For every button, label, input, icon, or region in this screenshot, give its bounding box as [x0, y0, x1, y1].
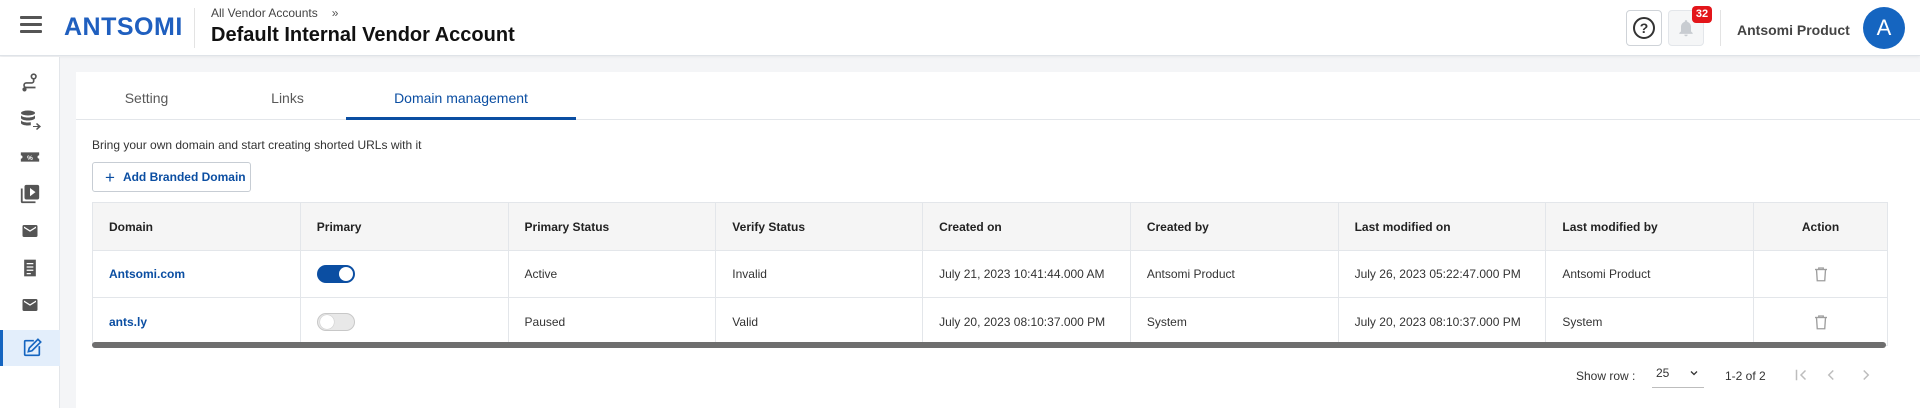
route-icon [22, 73, 37, 92]
domains-table: Domain Primary Primary Status Verify Sta… [92, 202, 1888, 346]
column-header-primary-status[interactable]: Primary Status [509, 203, 717, 251]
pagination-range: 1-2 of 2 [1725, 369, 1766, 383]
last-modified-on-cell: July 26, 2023 05:22:47.000 PM [1339, 251, 1547, 297]
chevron-right-icon [1863, 369, 1870, 381]
rows-per-page-select[interactable]: 25 [1652, 358, 1704, 388]
column-header-created-by[interactable]: Created by [1131, 203, 1339, 251]
domain-link[interactable]: Antsomi.com [109, 267, 185, 281]
primary-status-cell: Active [509, 251, 717, 297]
action-cell [1754, 298, 1887, 345]
edit-note-icon [23, 338, 42, 357]
column-header-created-on[interactable]: Created on [923, 203, 1131, 251]
video-library-icon [20, 184, 40, 204]
action-cell [1754, 251, 1887, 297]
tab-links[interactable]: Links [217, 72, 358, 120]
breadcrumb-separator: » [331, 6, 339, 20]
column-header-domain[interactable]: Domain [93, 203, 301, 251]
sidebar-item-email[interactable] [0, 213, 60, 249]
question-circle-icon: ? [1633, 17, 1655, 39]
tab-domain-management[interactable]: Domain management [346, 72, 576, 120]
show-row-label: Show row : [1576, 369, 1636, 383]
trash-icon[interactable] [1812, 264, 1830, 284]
database-export-icon [21, 110, 41, 130]
primary-toggle[interactable] [316, 265, 355, 283]
tab-setting[interactable]: Setting [76, 72, 217, 120]
toggle-knob [338, 267, 353, 281]
sidebar-item-messages[interactable] [0, 287, 60, 323]
header-divider [1720, 10, 1721, 46]
mail-icon [22, 225, 38, 237]
primary-status-cell: Paused [509, 298, 717, 345]
sidebar: % [0, 57, 60, 408]
last-modified-on-cell: July 20, 2023 08:10:37.000 PM [1339, 298, 1547, 345]
document-list-icon [24, 259, 36, 277]
sidebar-item-media[interactable] [0, 176, 60, 212]
account-name[interactable]: Antsomi Product [1737, 22, 1850, 38]
menu-icon[interactable] [20, 16, 42, 34]
sidebar-item-journeys[interactable] [0, 64, 60, 100]
tab-bar: Setting Links Domain management [76, 72, 1920, 120]
avatar[interactable]: A [1863, 7, 1905, 49]
help-button[interactable]: ? [1626, 10, 1662, 46]
svg-text:%: % [27, 155, 33, 162]
sidebar-item-promotions[interactable]: % [0, 139, 60, 175]
trash-icon[interactable] [1812, 312, 1830, 332]
table-row: Antsomi.com Active Invalid July 21, 2023… [93, 251, 1887, 298]
next-page-button[interactable] [1855, 364, 1877, 386]
column-header-last-modified-by[interactable]: Last modified by [1546, 203, 1755, 251]
created-by-cell: System [1131, 298, 1339, 345]
breadcrumb-link-all-vendor-accounts[interactable]: All Vendor Accounts [211, 6, 318, 20]
verify-status-cell: Invalid [716, 251, 924, 297]
verify-status-cell: Valid [716, 298, 924, 345]
section-description: Bring your own domain and start creating… [92, 138, 422, 152]
sidebar-item-data[interactable] [0, 102, 60, 138]
table-header-row: Domain Primary Primary Status Verify Sta… [93, 203, 1887, 251]
domain-link[interactable]: ants.ly [109, 315, 147, 329]
created-by-cell: Antsomi Product [1131, 251, 1339, 297]
notification-count-badge: 32 [1692, 6, 1712, 23]
created-on-cell: July 21, 2023 10:41:44.000 AM [923, 251, 1131, 297]
primary-cell [301, 251, 509, 297]
table-horizontal-scrollbar[interactable] [92, 342, 1886, 348]
breadcrumb: All Vendor Accounts » [211, 6, 338, 20]
primary-cell [301, 298, 509, 345]
toggle-knob [319, 314, 334, 329]
first-page-button[interactable] [1790, 364, 1812, 386]
created-on-cell: July 20, 2023 08:10:37.000 PM [923, 298, 1131, 345]
column-header-action: Action [1801, 220, 1840, 234]
last-modified-by-cell: System [1546, 298, 1755, 345]
add-branded-domain-button[interactable]: + Add Branded Domain [92, 162, 251, 192]
mail-alt-icon [22, 299, 38, 311]
plus-icon: + [105, 167, 115, 187]
antsomi-logo[interactable]: ANTSOMI [64, 12, 183, 42]
header-divider [194, 8, 195, 48]
add-branded-domain-label: Add Branded Domain [122, 170, 246, 184]
page-title: Default Internal Vendor Account [211, 24, 515, 46]
domain-cell: Antsomi.com [93, 251, 301, 297]
column-header-primary[interactable]: Primary [301, 203, 509, 251]
column-header-last-modified-on[interactable]: Last modified on [1339, 203, 1547, 251]
column-header-verify-status[interactable]: Verify Status [716, 203, 924, 251]
chevron-down-icon [1690, 370, 1698, 375]
sidebar-item-reports[interactable] [0, 250, 60, 286]
primary-toggle[interactable] [316, 312, 355, 331]
last-modified-by-cell: Antsomi Product [1546, 251, 1755, 297]
table-row: ants.ly Paused Valid July 20, 2023 08:10… [93, 298, 1887, 346]
ticket-icon: % [20, 152, 40, 162]
first-page-icon [1795, 369, 1807, 381]
previous-page-button[interactable] [1820, 364, 1842, 386]
domain-cell: ants.ly [93, 298, 301, 345]
chevron-left-icon [1827, 369, 1834, 381]
sidebar-item-link-management[interactable] [0, 330, 60, 366]
content-card: Setting Links Domain management Bring yo… [76, 72, 1920, 408]
top-header: ANTSOMI All Vendor Accounts » Default In… [0, 0, 1920, 56]
rows-per-page-value: 25 [1656, 365, 1670, 380]
